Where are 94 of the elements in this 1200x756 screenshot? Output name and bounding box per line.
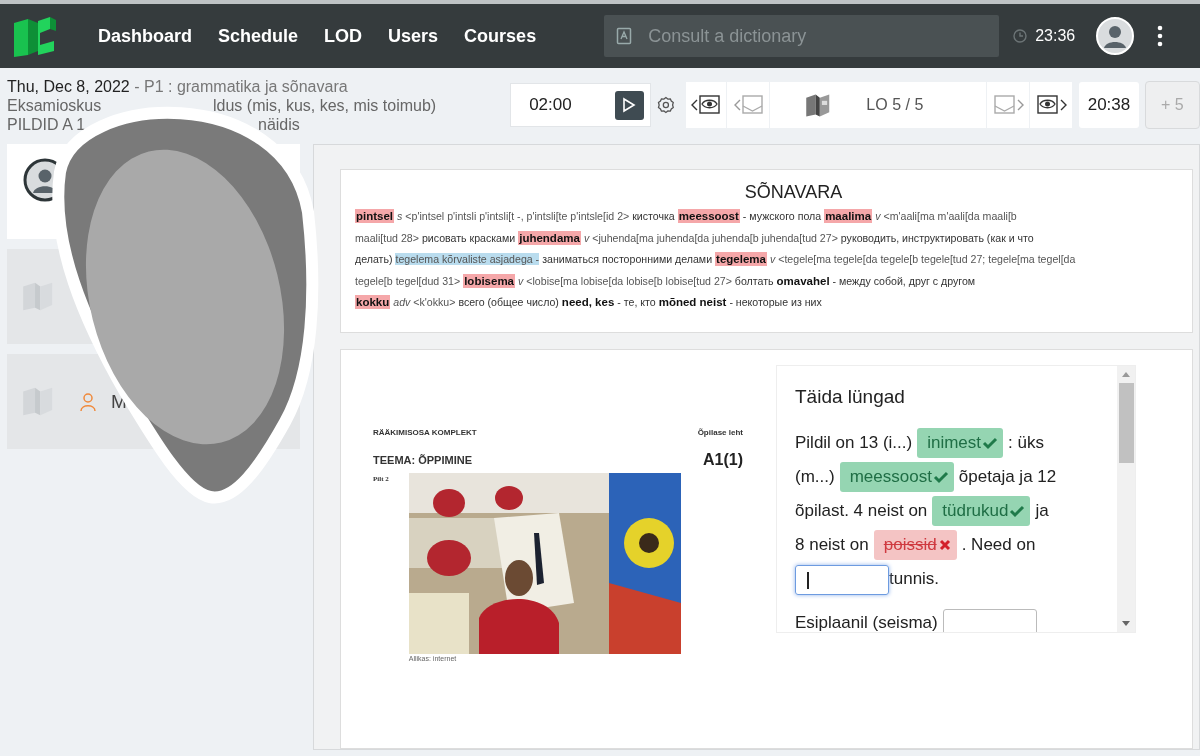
settings-icon[interactable]	[656, 96, 675, 114]
scroll-down-icon[interactable]	[1122, 621, 1130, 627]
word-forms: <lobise[ma lobise[da lobise[b lobise[tud 27>	[526, 274, 732, 287]
check-icon	[982, 436, 999, 450]
check-icon	[932, 470, 949, 484]
nav-link[interactable]: Courses	[464, 25, 537, 47]
word-forms: <juhenda[ma juhenda[da juhenda[b juhenda[tud 27>	[592, 231, 838, 244]
menu-icon[interactable]	[1157, 25, 1164, 47]
vocabulary-word: need, kes	[561, 296, 615, 308]
answer-chip: inimest	[917, 428, 1004, 458]
document-sheet-label: Õpilase leht	[697, 428, 743, 437]
play-button[interactable]	[614, 90, 644, 120]
check-icon	[1009, 504, 1026, 518]
translation: болтать	[734, 274, 774, 287]
vocabulary-headword: meessoost	[677, 209, 740, 223]
exercise-text: ja	[1035, 501, 1049, 520]
part-of-speech: s	[397, 210, 403, 222]
answer-field[interactable]	[942, 608, 1037, 632]
lesson-material: PILDID A 1	[7, 114, 86, 134]
eye-icon	[690, 94, 723, 116]
lesson-subtitle: ldus (mis, kus, kes, mis toimub)	[213, 95, 437, 115]
translation: - между собой, друг с другом	[832, 274, 976, 287]
lesson-subtitle: Eksamioskus	[7, 95, 102, 115]
exercise-text: Esiplaanil (seisma)	[795, 613, 938, 632]
exercise-text: . Need on	[961, 535, 1036, 554]
lesson-date-title: Thu, Dec 8, 2022 - P1 : grammatika ja sõnavara	[7, 76, 349, 96]
nav-link[interactable]: LOD	[324, 25, 363, 47]
book-icon	[806, 93, 831, 117]
translation: - некоторые из них	[729, 296, 822, 308]
vocabulary-headword: juhendama	[518, 230, 581, 245]
vocabulary-headword: tegelema	[715, 252, 767, 266]
nav-link[interactable]: Dashboard	[98, 25, 193, 47]
lesson-counter: LO 5 / 5	[866, 96, 924, 114]
exercise-text: 8 neist on	[795, 535, 869, 554]
clock-time: 23:36	[1035, 27, 1076, 45]
translation: кисточка	[632, 210, 675, 222]
translation: всего (общее число)	[458, 296, 559, 308]
document-theme: TEEMA: ÕPPIMINE	[373, 454, 472, 466]
translation: - те, кто	[617, 296, 656, 308]
translation: руководить, инструктировать (как и что	[840, 231, 1034, 244]
word-forms: tegele[b tegel[dud 31>	[355, 274, 461, 287]
book-icon	[23, 387, 53, 416]
highlighted-phrase: tegelema kõrvaliste asjadega -	[395, 253, 540, 265]
vocabulary-word: omavahel	[776, 274, 830, 287]
dictionary-icon	[616, 27, 633, 45]
search-field[interactable]: Consult a dictionary	[604, 15, 1000, 57]
scrollbar[interactable]	[1117, 366, 1135, 632]
document-series: RÄÄKIMISOSA KOMPLEKT	[373, 428, 477, 437]
eye-icon	[1036, 94, 1069, 116]
slide-icon	[733, 94, 766, 116]
vocabulary-title: SÕNAVARA	[743, 182, 844, 203]
answer-chip: poissid	[873, 530, 957, 560]
word-forms: <tegele[ma tegele[da tegele[b tegele[tud 27; tegele[ma tegel[da	[778, 253, 1076, 265]
book-icon	[23, 282, 53, 311]
exercise-text: õpilast. 4 neist on	[795, 501, 928, 520]
vocabulary-headword: kokku	[355, 295, 391, 309]
document-level: A1(1)	[703, 451, 743, 469]
elapsed-time: 20:38	[1079, 82, 1139, 128]
avatar-icon[interactable]	[1095, 16, 1136, 56]
person-icon	[79, 391, 97, 412]
clock-icon	[1013, 29, 1028, 43]
vocabulary-headword: pintsel	[355, 209, 395, 223]
part-of-speech: v	[875, 210, 881, 222]
exercise-text: tunnis.	[889, 569, 940, 588]
word-forms: <p'intsel p'intsli p'intsli[t -, p'intsli[te p'intsle[id 2>	[405, 210, 630, 222]
vocabulary-headword: lobisema	[463, 273, 515, 288]
part-of-speech: v	[518, 274, 524, 287]
nav-link[interactable]: Schedule	[218, 25, 299, 47]
exercise-text: : üks	[1008, 433, 1044, 452]
exercise-title: Täida lüngad	[795, 386, 906, 408]
part-of-speech: v	[769, 253, 776, 265]
timer-field[interactable]: 02:00	[510, 83, 651, 127]
nav-link[interactable]: Users	[388, 25, 439, 47]
exercise-text: Pildil on 13 (i...)	[795, 433, 913, 452]
lesson-material: näidis	[258, 114, 300, 134]
word-forms: maali[tud 28>	[355, 231, 419, 244]
slide-icon	[993, 94, 1026, 116]
part-of-speech: v	[583, 231, 590, 244]
exercise-text: (m...)	[795, 467, 835, 486]
translation: - мужского пола	[742, 210, 822, 222]
exercise-text: õpetaja ja 12	[958, 467, 1057, 486]
translation: рисовать красками	[421, 231, 516, 244]
translation: делать)	[355, 253, 393, 265]
word-forms: <k'okku>	[413, 296, 456, 308]
cross-icon	[937, 538, 952, 552]
play-icon	[622, 97, 637, 113]
translation: заниматься посторонними делами	[542, 253, 713, 265]
answer-field[interactable]	[795, 564, 889, 595]
part-of-speech: adv	[393, 296, 411, 308]
vocabulary-word: mõned neist	[658, 296, 727, 308]
answer-chip: tüdrukud	[932, 496, 1031, 526]
answer-chip: meessoost	[839, 462, 954, 492]
word-forms: <m'aali[ma m'aali[da maali[b	[883, 210, 1017, 222]
vocabulary-headword: maalima	[824, 209, 873, 223]
